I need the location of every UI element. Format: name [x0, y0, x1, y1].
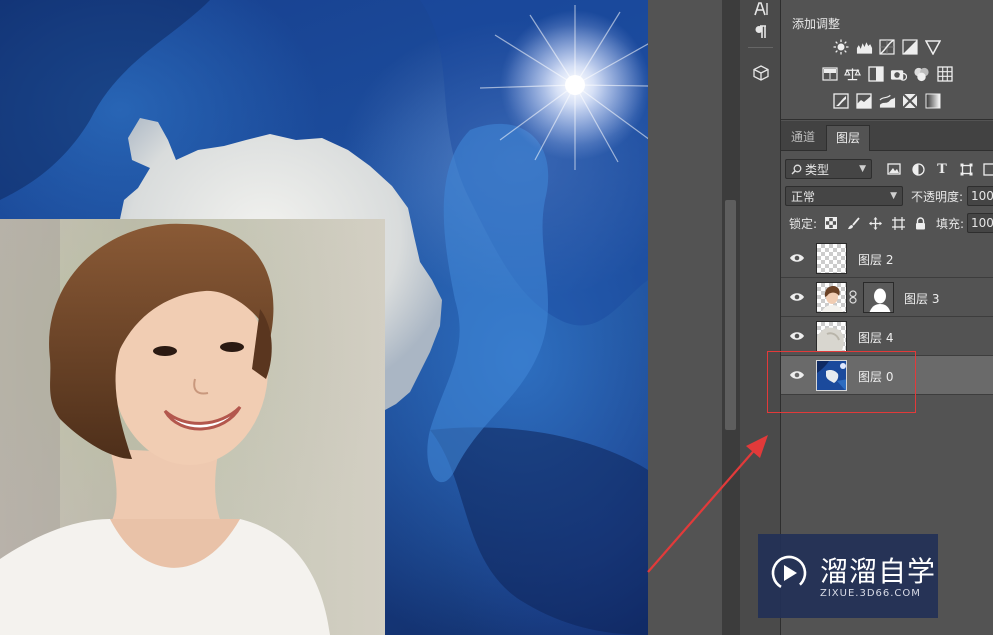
shape-filter-icon[interactable] — [958, 161, 974, 177]
layer-thumbnail — [816, 321, 847, 352]
lock-artboard-icon[interactable] — [890, 215, 906, 231]
adjustments-panel: 添加调整 — [781, 0, 993, 120]
adjustments-row-3 — [781, 92, 993, 109]
3d-panel-icon[interactable] — [740, 60, 781, 86]
brightness-contrast-icon[interactable] — [833, 38, 850, 55]
hue-saturation-icon[interactable] — [821, 65, 838, 82]
strip-divider — [748, 47, 773, 48]
exposure-icon[interactable] — [902, 38, 919, 55]
layer-name: 图层 3 — [904, 292, 940, 306]
posterize-icon[interactable] — [856, 92, 873, 109]
document-canvas[interactable] — [0, 0, 648, 635]
portrait-illustration — [0, 219, 385, 635]
lock-paint-brush-icon[interactable] — [845, 215, 861, 231]
chevron-down-icon: ▼ — [859, 164, 866, 174]
watermark-url: ZIXUE.3D66.COM — [820, 588, 921, 599]
smart-object-filter-icon[interactable] — [981, 161, 993, 177]
tab-layers[interactable]: 图层 — [826, 125, 871, 151]
portrait-photo — [0, 219, 385, 635]
adjustment-filter-icon[interactable] — [910, 161, 926, 177]
layer-name: 图层 2 — [858, 253, 894, 267]
layer-row-2[interactable]: 图层 2 — [781, 239, 993, 278]
vibrance-icon[interactable] — [925, 38, 942, 55]
layer-mask-thumbnail[interactable] — [863, 282, 894, 313]
levels-icon[interactable] — [856, 38, 873, 55]
fill-label: 填充: — [936, 217, 965, 231]
blend-row: 正常 ▼ 不透明度: 100% — [781, 183, 993, 209]
eye-visibility-icon[interactable] — [789, 251, 805, 265]
scrollbar-thumb[interactable] — [725, 200, 736, 430]
curves-icon[interactable] — [879, 38, 896, 55]
search-icon — [791, 164, 802, 175]
lock-transparent-icon[interactable] — [823, 215, 839, 231]
layer-filter-row: 类型 ▼ T — [781, 156, 993, 182]
blend-mode-dropdown[interactable]: 正常 ▼ — [785, 186, 903, 206]
fill-input[interactable]: 100% — [967, 213, 993, 233]
tab-channels[interactable]: 通道 — [782, 125, 824, 151]
chevron-down-icon: ▼ — [890, 191, 897, 201]
layer-mask-link-icon[interactable] — [849, 290, 857, 307]
filter-kind-label: 类型 — [805, 162, 830, 177]
filter-kind-dropdown[interactable]: 类型 ▼ — [785, 159, 872, 179]
annotation-highlight-box — [767, 351, 916, 413]
watermark-logo-icon — [771, 555, 807, 591]
selective-color-icon[interactable] — [902, 92, 919, 109]
layer-name: 图层 4 — [858, 331, 894, 345]
threshold-icon[interactable] — [878, 92, 896, 109]
opacity-input[interactable]: 100% — [967, 186, 993, 206]
paragraph-panel-icon[interactable] — [740, 19, 781, 45]
layer-row-3[interactable]: 图层 3 — [781, 278, 993, 317]
blend-mode-value: 正常 — [791, 189, 816, 204]
opacity-label: 不透明度: — [911, 190, 964, 204]
color-balance-icon[interactable] — [844, 65, 861, 82]
adjustments-title: 添加调整 — [792, 17, 841, 31]
lock-row: 锁定: 填充: 100% — [781, 210, 993, 236]
lock-position-move-icon[interactable] — [867, 215, 883, 231]
channel-mixer-icon[interactable] — [913, 65, 930, 82]
photo-filter-icon[interactable] — [890, 65, 907, 82]
adjustments-row-1 — [781, 38, 993, 55]
eye-visibility-icon[interactable] — [789, 329, 805, 343]
panel-tab-bar: 通道 图层 — [781, 121, 993, 151]
layer-thumbnail — [816, 243, 847, 274]
adjustments-row-2 — [781, 65, 993, 82]
layer-thumbnail — [816, 282, 847, 313]
image-filter-icon[interactable] — [886, 161, 902, 177]
invert-icon[interactable] — [833, 92, 850, 109]
color-lookup-icon[interactable] — [936, 65, 953, 82]
type-filter-icon[interactable]: T — [934, 161, 950, 177]
lock-label: 锁定: — [789, 217, 818, 231]
lock-all-icon[interactable] — [912, 215, 928, 231]
watermark-badge: 溜溜自学 ZIXUE.3D66.COM — [758, 534, 938, 618]
watermark-brand-name: 溜溜自学 — [820, 555, 937, 588]
eye-visibility-icon[interactable] — [789, 290, 805, 304]
gradient-map-icon[interactable] — [925, 92, 942, 109]
black-white-icon[interactable] — [867, 65, 884, 82]
